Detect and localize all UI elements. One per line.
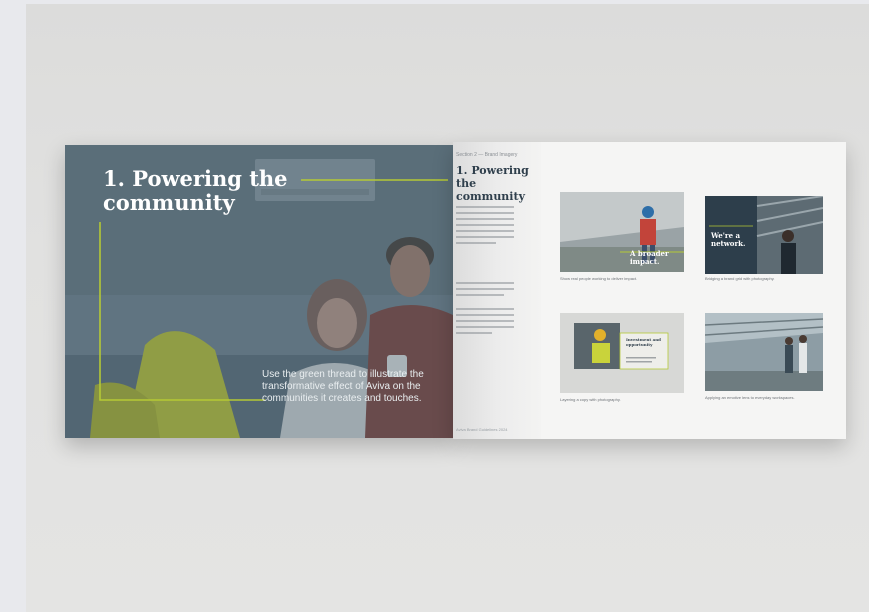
spread-title: 1. Powering the community [103,166,288,215]
scene: 1. Powering the community Use the green … [0,0,869,612]
image-tile-investment: Investment and opportunity [560,313,684,393]
body-text-line [456,288,514,290]
engineer-photo [560,313,684,393]
image-tile-network: We're a network. [705,196,823,274]
body-text-line [456,224,514,226]
body-text-line [456,332,492,334]
left-page: 1. Powering the community Use the green … [65,145,453,438]
body-text-line [456,206,514,208]
tile-overlay-text: Investment and opportunity [626,337,661,347]
body-text-line [456,236,514,238]
tile-overlay-text: A broader impact. [630,249,669,266]
page-footer: Aviva Brand Guidelines 2024 [456,427,508,432]
tile-overlay-text: We're a network. [711,231,746,248]
text-column: Section 2 — Brand Imagery 1. Powering th… [453,142,541,439]
section-kicker: Section 2 — Brand Imagery [456,152,518,158]
tile-caption: Bridging a brand grid with photography. [705,276,775,281]
section-title: 1. Powering the community [456,164,529,203]
workspace-photo [705,313,823,391]
body-text-line [456,320,514,322]
body-text-line [456,282,514,284]
tile-caption: Layering a copy with photography. [560,397,621,402]
body-text-line [456,308,514,310]
right-page: Section 2 — Brand Imagery 1. Powering th… [453,142,846,439]
body-text-line [456,242,496,244]
tile-caption: Applying an emotive lens to everyday wor… [705,395,795,400]
tile-caption: Show real people working to deliver impa… [560,276,638,281]
body-text-line [456,314,514,316]
body-text-line [456,230,514,232]
body-text-line [456,218,514,220]
body-text-line [456,326,514,328]
page-caption: Use the green thread to illustrate the t… [262,369,424,404]
body-text-line [456,212,514,214]
image-tile-workspace [705,313,823,391]
body-text-line [456,294,504,296]
image-tile-worker: A broader impact. [560,192,684,272]
